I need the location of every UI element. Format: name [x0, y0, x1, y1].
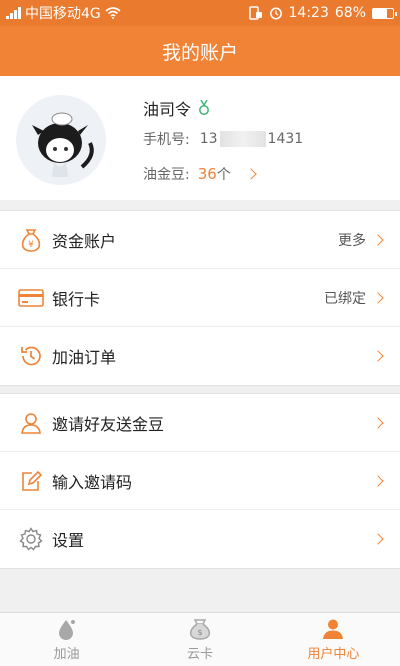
beans-row[interactable]: 油金豆: 36 个: [143, 164, 257, 184]
beans-label: 油金豆:: [143, 167, 190, 183]
menu-item-bank-card[interactable]: 银行卡 已绑定: [0, 269, 400, 327]
menu-item-value: 已绑定: [324, 290, 366, 307]
tab-user-center[interactable]: 用户中心: [267, 613, 400, 666]
menu-item-invite-friends[interactable]: 邀请好友送金豆: [0, 394, 400, 452]
tab-label: 用户中心: [307, 646, 360, 662]
clock-label: 14:23: [288, 5, 329, 21]
menu-item-fund-account[interactable]: ¥ 资金账户 更多: [0, 211, 400, 269]
tab-label: 云卡: [186, 646, 213, 662]
avatar[interactable]: [16, 95, 106, 185]
status-bar: 中国移动4G 14:23 68%: [0, 0, 400, 26]
bottom-tab-bar: 加油 $ 云卡 用户中心: [0, 612, 400, 666]
chevron-right-icon: [372, 416, 384, 429]
account-menu-group: ¥ 资金账户 更多 银行卡 已绑定 加油订单: [0, 210, 400, 386]
svg-text:$: $: [197, 628, 202, 637]
edit-icon: [18, 468, 44, 494]
chevron-right-icon: [372, 233, 384, 246]
beans-unit: 个: [216, 167, 231, 183]
tab-fuel[interactable]: 加油: [0, 613, 133, 666]
cloud-card-icon: $: [189, 618, 211, 640]
medal-icon: [197, 100, 211, 116]
svg-text:¥: ¥: [28, 240, 34, 250]
signal-icon: [6, 7, 21, 19]
gear-icon: [18, 526, 44, 552]
history-clock-icon: [18, 343, 44, 369]
fuel-drop-icon: [58, 619, 75, 640]
tab-cloud-card[interactable]: $ 云卡: [133, 613, 266, 666]
chevron-right-icon: [372, 291, 384, 304]
menu-item-label: 输入邀请码: [52, 472, 133, 492]
battery-percent: 68%: [334, 5, 366, 21]
user-name: 油司令: [143, 100, 192, 119]
settings-menu-group: 邀请好友送金豆 输入邀请码 设置: [0, 393, 400, 569]
page-header: 我的账户: [0, 26, 400, 76]
alarm-icon: [269, 7, 282, 20]
menu-item-label: 邀请好友送金豆: [52, 414, 165, 434]
chevron-right-icon: [245, 168, 257, 180]
menu-item-label: 设置: [52, 531, 85, 550]
menu-item-label: 银行卡: [52, 289, 101, 309]
menu-item-label: 加油订单: [52, 348, 117, 367]
person-icon: [18, 410, 44, 436]
carrier-label: 中国移动4G: [25, 6, 101, 22]
menu-item-settings[interactable]: 设置: [0, 510, 400, 568]
user-icon: [323, 619, 344, 639]
phone-prefix: 13: [199, 131, 218, 147]
chevron-right-icon: [372, 533, 384, 545]
phone-row: 手机号: 13 1431: [143, 129, 303, 149]
wifi-icon: [105, 7, 121, 19]
screen-rotation-icon: [248, 6, 262, 20]
menu-item-fuel-orders[interactable]: 加油订单: [0, 327, 400, 385]
menu-item-value: 更多: [338, 232, 366, 249]
profile-card[interactable]: 油司令 手机号: 13 1431 油金豆: 36 个: [0, 76, 400, 200]
chevron-right-icon: [372, 350, 384, 362]
menu-item-invite-code[interactable]: 输入邀请码: [0, 452, 400, 510]
beans-count: 36: [197, 165, 217, 183]
money-bag-icon: ¥: [18, 227, 44, 253]
bank-card-icon: [18, 285, 44, 311]
page-title: 我的账户: [161, 41, 238, 64]
phone-label: 手机号:: [143, 132, 190, 148]
battery-icon: [372, 7, 397, 19]
tab-label: 加油: [53, 646, 80, 662]
phone-suffix: 1431: [267, 131, 304, 147]
phone-mask: [219, 131, 266, 147]
chevron-right-icon: [372, 474, 384, 487]
profile-name-row: 油司令: [143, 96, 211, 120]
menu-item-label: 资金账户: [52, 231, 117, 251]
